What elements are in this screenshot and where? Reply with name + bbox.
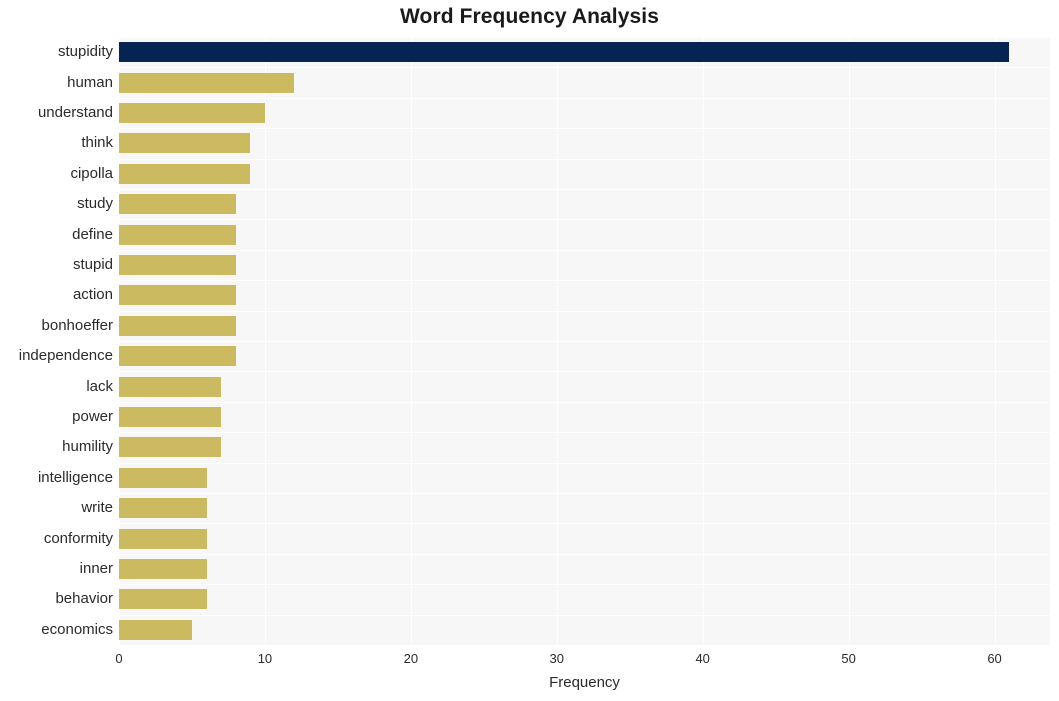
bar (119, 407, 222, 427)
x-axis-tick-label: 0 (115, 651, 123, 666)
y-axis-tick-label: intelligence (37, 468, 113, 486)
bar (119, 194, 236, 215)
y-axis-tick-label: cipolla (70, 164, 113, 182)
x-axis-tick-label: 60 (987, 651, 1002, 666)
bar (119, 376, 222, 397)
x-axis-label: Frequency (549, 674, 620, 691)
plot-area (119, 37, 1050, 646)
y-axis-tick-label: behavior (55, 590, 113, 608)
y-axis-tick-label: study (77, 195, 113, 213)
y-axis-tick-label: stupidity (57, 43, 113, 61)
bar (119, 103, 265, 123)
y-axis-tick-label: bonhoeffer (41, 316, 113, 334)
y-axis-tick-label: human (67, 73, 113, 91)
bar (119, 559, 207, 579)
bar (119, 528, 207, 549)
y-axis-tick-label: conformity (43, 529, 113, 547)
bar (119, 224, 236, 245)
y-axis-tick-label: power (72, 408, 113, 425)
bar (119, 437, 222, 458)
x-axis-tick-label: 10 (257, 651, 273, 666)
y-axis-tick-label: economics (41, 620, 113, 638)
bar (119, 133, 251, 154)
y-axis-tick-label: define (72, 225, 113, 243)
bar (119, 589, 207, 610)
x-axis-tick-label: 50 (841, 651, 856, 666)
bar (119, 315, 236, 336)
chart-title: Word Frequency Analysis (399, 5, 660, 28)
y-axis-tick-label: action (72, 286, 113, 304)
bar (119, 619, 192, 640)
y-axis-tick-labels: stupidity human understand think cipolla stud… (0, 37, 113, 645)
bar (119, 42, 1010, 63)
x-axis-tick-labels: 0 10 20 30 40 50 60 (0, 651, 1059, 671)
bar (119, 467, 207, 488)
y-axis-tick-label: write (81, 499, 113, 517)
y-axis-tick-label: humility (62, 438, 113, 456)
y-axis-tick-label: lack (86, 377, 113, 395)
bar (119, 72, 295, 93)
y-axis-tick-label: stupid (72, 256, 113, 273)
x-axis-tick-label: 20 (403, 651, 419, 666)
y-axis-tick-label: understand (37, 104, 113, 121)
x-axis-tick-label: 30 (549, 651, 564, 666)
gridline-horizontal (119, 645, 1050, 646)
bar (119, 285, 236, 306)
bar (119, 255, 236, 275)
x-axis-tick-label: 40 (695, 651, 710, 666)
y-axis-tick-label: independence (18, 347, 113, 365)
bar (119, 163, 251, 184)
y-axis-tick-label: inner (79, 560, 113, 577)
bars-layer (119, 37, 1050, 645)
bar (119, 346, 236, 367)
y-axis-tick-label: think (81, 134, 113, 152)
chart-figure: Word Frequency Analysis stupidity human un… (0, 0, 1059, 701)
bar (119, 498, 207, 519)
